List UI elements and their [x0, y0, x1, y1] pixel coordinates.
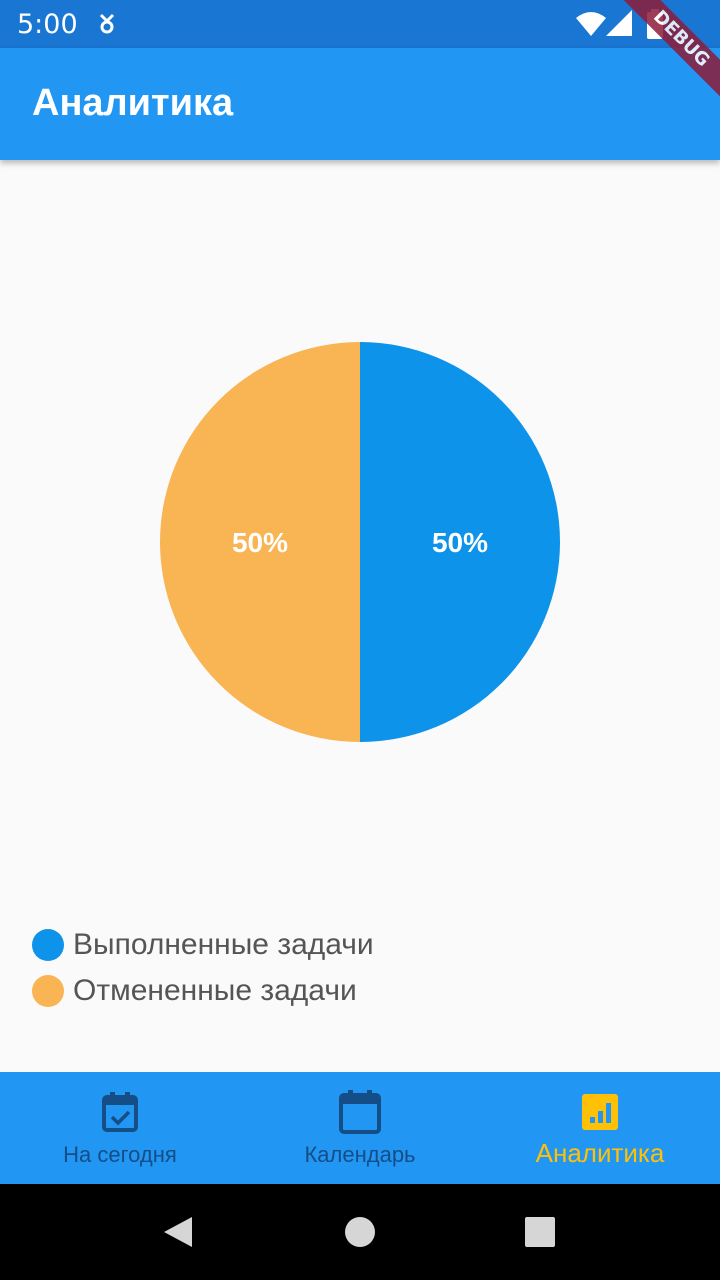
legend-item-completed: Выполненные задачи	[32, 922, 374, 968]
legend-label-cancelled: Отмененные задачи	[73, 974, 357, 1007]
home-icon[interactable]	[345, 1217, 375, 1247]
nav-item-analytics[interactable]: Аналитика	[480, 1072, 720, 1184]
pie-slice-label-1: 50%	[232, 527, 288, 558]
pie-slice-label-0: 50%	[432, 527, 488, 558]
bottom-navigation: На сегодня Календарь Аналитика	[0, 1072, 720, 1184]
chart-legend: Выполненные задачи Отмененные задачи	[32, 922, 374, 1014]
pie-chart: 50% 50%	[160, 342, 560, 742]
legend-dot-completed	[32, 929, 64, 961]
nav-label-today: На сегодня	[63, 1142, 177, 1167]
back-icon[interactable]	[163, 1216, 193, 1248]
status-bar: 5:00	[0, 0, 720, 48]
recent-apps-icon[interactable]	[525, 1217, 555, 1247]
wifi-icon	[576, 12, 606, 36]
page-title: Аналитика	[32, 82, 234, 124]
nav-label-analytics: Аналитика	[535, 1138, 665, 1168]
legend-item-cancelled: Отмененные задачи	[32, 968, 374, 1014]
status-time: 5:00	[17, 9, 78, 40]
nav-item-calendar[interactable]: Календарь	[240, 1072, 480, 1184]
legend-dot-cancelled	[32, 975, 64, 1007]
battery-icon	[647, 9, 663, 39]
calendar-icon	[339, 1090, 381, 1134]
notification-icon	[99, 13, 115, 34]
signal-icon	[606, 10, 632, 36]
calendar-check-icon	[102, 1092, 138, 1132]
nav-item-today[interactable]: На сегодня	[0, 1072, 240, 1184]
nav-label-calendar: Календарь	[304, 1142, 416, 1167]
legend-label-completed: Выполненные задачи	[73, 928, 374, 961]
app-bar: Аналитика	[0, 48, 720, 160]
analytics-icon	[582, 1094, 618, 1130]
